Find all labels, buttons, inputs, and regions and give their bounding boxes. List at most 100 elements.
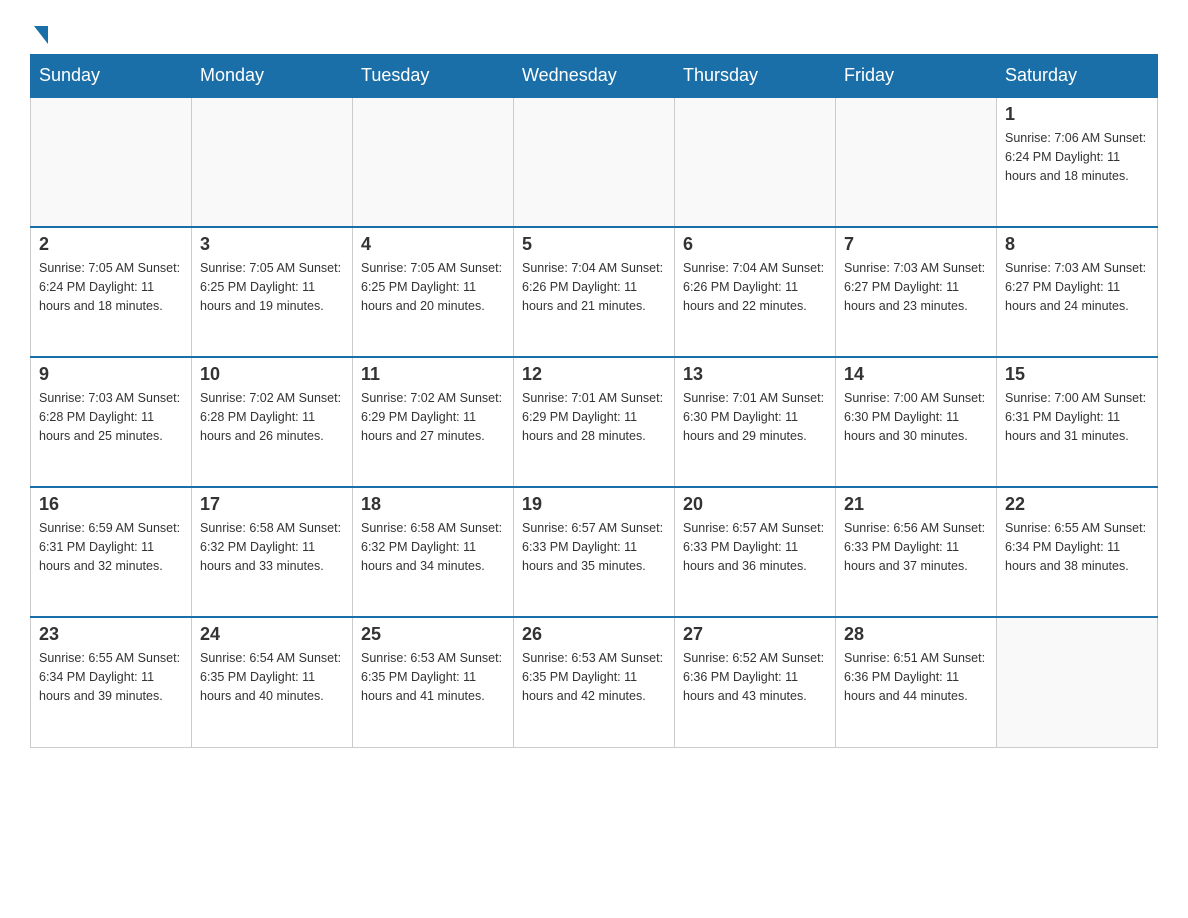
day-info: Sunrise: 6:53 AM Sunset: 6:35 PM Dayligh… xyxy=(522,649,666,705)
calendar-header-row: SundayMondayTuesdayWednesdayThursdayFrid… xyxy=(31,55,1158,98)
day-info: Sunrise: 6:52 AM Sunset: 6:36 PM Dayligh… xyxy=(683,649,827,705)
day-number: 9 xyxy=(39,364,183,385)
calendar-cell: 10 Sunrise: 7:02 AM Sunset: 6:28 PM Dayli… xyxy=(192,357,353,487)
calendar-cell: 16 Sunrise: 6:59 AM Sunset: 6:31 PM Dayli… xyxy=(31,487,192,617)
calendar-cell: 24 Sunrise: 6:54 AM Sunset: 6:35 PM Dayli… xyxy=(192,617,353,747)
day-number: 15 xyxy=(1005,364,1149,385)
calendar-cell: 28Sunrise: 6:51 AM Sunset: 6:36 PM Dayli… xyxy=(836,617,997,747)
day-info: Sunrise: 7:02 AM Sunset: 6:29 PM Dayligh… xyxy=(361,389,505,445)
day-number: 6 xyxy=(683,234,827,255)
day-number: 25 xyxy=(361,624,505,645)
day-info: Sunrise: 7:03 AM Sunset: 6:27 PM Dayligh… xyxy=(844,259,988,315)
calendar-week-row: 1 Sunrise: 7:06 AM Sunset: 6:24 PM Daylig… xyxy=(31,97,1158,227)
day-info: Sunrise: 6:55 AM Sunset: 6:34 PM Dayligh… xyxy=(39,649,183,705)
calendar-cell: 14 Sunrise: 7:00 AM Sunset: 6:30 PM Dayli… xyxy=(836,357,997,487)
calendar-weekday-thursday: Thursday xyxy=(675,55,836,98)
day-number: 17 xyxy=(200,494,344,515)
calendar-cell xyxy=(353,97,514,227)
day-number: 11 xyxy=(361,364,505,385)
logo xyxy=(30,20,48,44)
day-number: 27 xyxy=(683,624,827,645)
day-number: 8 xyxy=(1005,234,1149,255)
day-info: Sunrise: 7:04 AM Sunset: 6:26 PM Dayligh… xyxy=(522,259,666,315)
day-info: Sunrise: 7:00 AM Sunset: 6:30 PM Dayligh… xyxy=(844,389,988,445)
day-info: Sunrise: 7:06 AM Sunset: 6:24 PM Dayligh… xyxy=(1005,129,1149,185)
calendar-weekday-friday: Friday xyxy=(836,55,997,98)
calendar-table: SundayMondayTuesdayWednesdayThursdayFrid… xyxy=(30,54,1158,748)
calendar-cell: 21 Sunrise: 6:56 AM Sunset: 6:33 PM Dayli… xyxy=(836,487,997,617)
calendar-cell: 12 Sunrise: 7:01 AM Sunset: 6:29 PM Dayli… xyxy=(514,357,675,487)
calendar-cell: 2 Sunrise: 7:05 AM Sunset: 6:24 PM Daylig… xyxy=(31,227,192,357)
day-info: Sunrise: 7:05 AM Sunset: 6:24 PM Dayligh… xyxy=(39,259,183,315)
page-header xyxy=(30,20,1158,44)
day-number: 2 xyxy=(39,234,183,255)
calendar-cell: 7Sunrise: 7:03 AM Sunset: 6:27 PM Daylig… xyxy=(836,227,997,357)
calendar-cell: 19 Sunrise: 6:57 AM Sunset: 6:33 PM Dayli… xyxy=(514,487,675,617)
day-info: Sunrise: 7:01 AM Sunset: 6:29 PM Dayligh… xyxy=(522,389,666,445)
day-number: 22 xyxy=(1005,494,1149,515)
day-number: 16 xyxy=(39,494,183,515)
day-number: 1 xyxy=(1005,104,1149,125)
calendar-cell: 22 Sunrise: 6:55 AM Sunset: 6:34 PM Dayli… xyxy=(997,487,1158,617)
calendar-weekday-saturday: Saturday xyxy=(997,55,1158,98)
logo-arrow-icon xyxy=(34,26,48,44)
day-info: Sunrise: 7:05 AM Sunset: 6:25 PM Dayligh… xyxy=(200,259,344,315)
day-info: Sunrise: 7:02 AM Sunset: 6:28 PM Dayligh… xyxy=(200,389,344,445)
calendar-cell xyxy=(997,617,1158,747)
day-info: Sunrise: 7:04 AM Sunset: 6:26 PM Dayligh… xyxy=(683,259,827,315)
calendar-cell: 13 Sunrise: 7:01 AM Sunset: 6:30 PM Dayli… xyxy=(675,357,836,487)
calendar-cell xyxy=(192,97,353,227)
day-number: 21 xyxy=(844,494,988,515)
calendar-cell: 20 Sunrise: 6:57 AM Sunset: 6:33 PM Dayli… xyxy=(675,487,836,617)
day-info: Sunrise: 6:53 AM Sunset: 6:35 PM Dayligh… xyxy=(361,649,505,705)
day-number: 23 xyxy=(39,624,183,645)
day-info: Sunrise: 6:58 AM Sunset: 6:32 PM Dayligh… xyxy=(200,519,344,575)
day-number: 19 xyxy=(522,494,666,515)
calendar-cell: 1 Sunrise: 7:06 AM Sunset: 6:24 PM Daylig… xyxy=(997,97,1158,227)
calendar-cell: 26 Sunrise: 6:53 AM Sunset: 6:35 PM Dayli… xyxy=(514,617,675,747)
calendar-cell: 18 Sunrise: 6:58 AM Sunset: 6:32 PM Dayli… xyxy=(353,487,514,617)
day-info: Sunrise: 7:00 AM Sunset: 6:31 PM Dayligh… xyxy=(1005,389,1149,445)
day-number: 18 xyxy=(361,494,505,515)
calendar-cell xyxy=(514,97,675,227)
calendar-cell: 9 Sunrise: 7:03 AM Sunset: 6:28 PM Daylig… xyxy=(31,357,192,487)
calendar-cell: 27 Sunrise: 6:52 AM Sunset: 6:36 PM Dayli… xyxy=(675,617,836,747)
calendar-cell: 4Sunrise: 7:05 AM Sunset: 6:25 PM Daylig… xyxy=(353,227,514,357)
calendar-cell: 25 Sunrise: 6:53 AM Sunset: 6:35 PM Dayli… xyxy=(353,617,514,747)
day-info: Sunrise: 6:56 AM Sunset: 6:33 PM Dayligh… xyxy=(844,519,988,575)
calendar-week-row: 23 Sunrise: 6:55 AM Sunset: 6:34 PM Dayli… xyxy=(31,617,1158,747)
calendar-cell: 17 Sunrise: 6:58 AM Sunset: 6:32 PM Dayli… xyxy=(192,487,353,617)
calendar-cell: 15 Sunrise: 7:00 AM Sunset: 6:31 PM Dayli… xyxy=(997,357,1158,487)
calendar-weekday-monday: Monday xyxy=(192,55,353,98)
calendar-week-row: 9 Sunrise: 7:03 AM Sunset: 6:28 PM Daylig… xyxy=(31,357,1158,487)
day-info: Sunrise: 6:58 AM Sunset: 6:32 PM Dayligh… xyxy=(361,519,505,575)
calendar-weekday-wednesday: Wednesday xyxy=(514,55,675,98)
calendar-week-row: 2 Sunrise: 7:05 AM Sunset: 6:24 PM Daylig… xyxy=(31,227,1158,357)
day-number: 12 xyxy=(522,364,666,385)
day-info: Sunrise: 6:57 AM Sunset: 6:33 PM Dayligh… xyxy=(683,519,827,575)
day-info: Sunrise: 7:03 AM Sunset: 6:27 PM Dayligh… xyxy=(1005,259,1149,315)
day-info: Sunrise: 7:01 AM Sunset: 6:30 PM Dayligh… xyxy=(683,389,827,445)
day-number: 3 xyxy=(200,234,344,255)
calendar-cell: 5Sunrise: 7:04 AM Sunset: 6:26 PM Daylig… xyxy=(514,227,675,357)
day-number: 14 xyxy=(844,364,988,385)
day-number: 24 xyxy=(200,624,344,645)
calendar-cell: 8 Sunrise: 7:03 AM Sunset: 6:27 PM Daylig… xyxy=(997,227,1158,357)
calendar-cell xyxy=(31,97,192,227)
calendar-week-row: 16 Sunrise: 6:59 AM Sunset: 6:31 PM Dayli… xyxy=(31,487,1158,617)
day-info: Sunrise: 6:59 AM Sunset: 6:31 PM Dayligh… xyxy=(39,519,183,575)
day-number: 13 xyxy=(683,364,827,385)
day-number: 26 xyxy=(522,624,666,645)
day-number: 28 xyxy=(844,624,988,645)
day-info: Sunrise: 7:03 AM Sunset: 6:28 PM Dayligh… xyxy=(39,389,183,445)
calendar-weekday-tuesday: Tuesday xyxy=(353,55,514,98)
day-info: Sunrise: 7:05 AM Sunset: 6:25 PM Dayligh… xyxy=(361,259,505,315)
calendar-cell xyxy=(675,97,836,227)
calendar-cell xyxy=(836,97,997,227)
day-info: Sunrise: 6:54 AM Sunset: 6:35 PM Dayligh… xyxy=(200,649,344,705)
day-number: 10 xyxy=(200,364,344,385)
day-info: Sunrise: 6:55 AM Sunset: 6:34 PM Dayligh… xyxy=(1005,519,1149,575)
calendar-cell: 11 Sunrise: 7:02 AM Sunset: 6:29 PM Dayli… xyxy=(353,357,514,487)
day-info: Sunrise: 6:57 AM Sunset: 6:33 PM Dayligh… xyxy=(522,519,666,575)
day-number: 20 xyxy=(683,494,827,515)
